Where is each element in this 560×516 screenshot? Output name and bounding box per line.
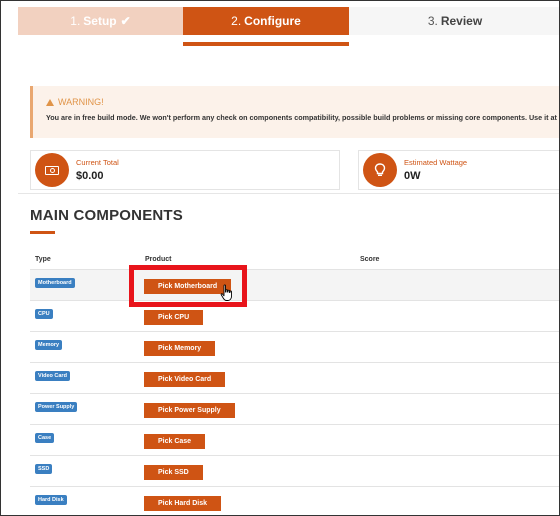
title-underline [30,231,55,234]
type-badge: CPU [35,309,53,319]
current-total-label: Current Total [76,158,119,167]
step-label: Configure [244,14,301,28]
active-step-indicator [183,42,349,46]
table-header: Type Product Score [30,253,559,269]
type-badge: Hard Disk [35,495,67,505]
current-total-card: Current Total $0.00 [30,150,340,190]
pick-case-button[interactable]: Pick Case [144,434,206,449]
pick-cpu-button[interactable]: Pick CPU [144,310,204,325]
table-row: Case Pick Case [30,424,559,455]
table-row: Memory Pick Memory [30,331,559,362]
table-row: CPU Pick CPU [30,300,559,331]
pick-memory-button[interactable]: Pick Memory [144,341,216,356]
step-progress: 1. Setup ✔ 2. Configure 3. Review [18,7,559,35]
table-row: Video Card Pick Video Card [30,362,559,393]
table-row: Hard Disk Pick Hard Disk [30,486,559,515]
warning-title-text: WARNING! [58,97,104,107]
warning-banner: WARNING! You are in free build mode. We … [30,86,560,138]
step-number: 3. [427,14,438,28]
step-number: 2. [231,14,242,28]
warning-message: You are in free build mode. We won't per… [46,113,560,122]
type-badge: SSD [35,464,53,474]
estimated-wattage-value: 0W [404,170,421,182]
current-total-value: $0.00 [76,170,104,182]
step-setup[interactable]: 1. Setup ✔ [18,7,183,35]
table-row: Motherboard Pick Motherboard [30,269,559,300]
warning-icon [46,98,54,106]
hand-cursor-icon [220,284,232,301]
estimated-wattage-card: Estimated Wattage 0W [358,150,559,190]
divider [18,193,559,194]
step-label: Setup [83,14,117,28]
table-row: Power Supply Pick Power Supply [30,393,559,424]
warning-title: WARNING! [46,97,559,107]
step-review[interactable]: 3. Review [349,7,559,35]
header-type: Type [35,256,51,263]
checkmark-icon: ✔ [120,14,131,28]
lightbulb-icon-circle [363,153,397,187]
header-product: Product [145,256,172,263]
money-icon [45,165,59,175]
pick-hard-disk-button[interactable]: Pick Hard Disk [144,496,222,511]
table-row: SSD Pick SSD [30,455,559,486]
step-configure[interactable]: 2. Configure [183,7,349,35]
type-badge: Motherboard [35,278,75,288]
type-badge: Video Card [35,371,70,381]
pick-ssd-button[interactable]: Pick SSD [144,465,203,480]
money-icon-circle [35,153,69,187]
pick-video-card-button[interactable]: Pick Video Card [144,372,226,387]
estimated-wattage-label: Estimated Wattage [404,158,468,167]
type-badge: Power Supply [35,402,78,412]
components-table: Motherboard Pick Motherboard CPU Pick CP… [30,269,559,515]
section-title: MAIN COMPONENTS [30,207,183,224]
header-score: Score [360,256,380,263]
type-badge: Case [35,433,55,443]
pick-power-supply-button[interactable]: Pick Power Supply [144,403,235,418]
lightbulb-icon [374,163,386,177]
type-badge: Memory [35,340,63,350]
step-label: Review [440,14,483,28]
step-number: 1. [70,14,81,28]
app-window: 1. Setup ✔ 2. Configure 3. Review WARNIN… [0,0,560,516]
